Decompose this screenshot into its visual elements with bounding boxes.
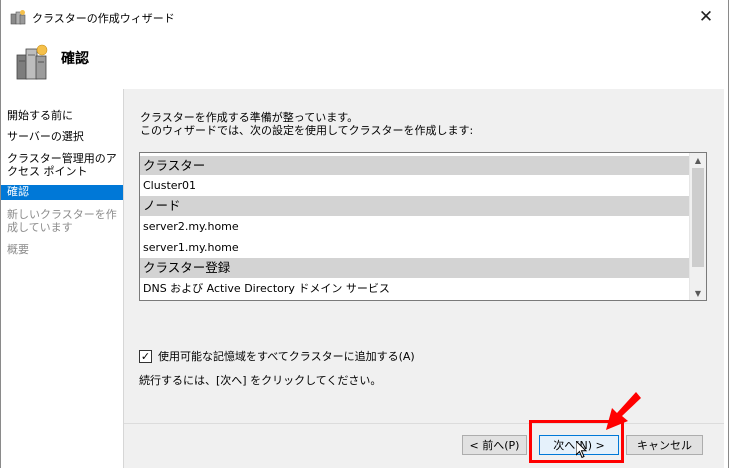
step-before-you-begin[interactable]: 開始する前に: [1, 109, 123, 122]
back-button[interactable]: < 前へ(P): [462, 435, 527, 455]
intro-line-settings: このウィザードでは、次の設定を使用してクラスターを作成します:: [140, 124, 474, 137]
settings-listbox[interactable]: クラスター Cluster01 ノード server2.my.home serv…: [139, 152, 707, 301]
close-icon: ✕: [698, 7, 714, 27]
close-button[interactable]: ✕: [684, 0, 728, 34]
step-confirmation[interactable]: 確認: [1, 185, 123, 200]
scroll-down-icon[interactable]: ▼: [690, 286, 706, 300]
page-title: 確認: [61, 51, 89, 67]
scroll-thumb[interactable]: [692, 168, 704, 267]
step-access-point[interactable]: クラスター管理用のアクセス ポイント: [1, 152, 123, 178]
continue-instruction: 続行するには、[次へ] をクリックしてください。: [139, 374, 382, 387]
list-item: server2.my.home: [140, 216, 689, 237]
checkmark-icon: ✓: [140, 349, 151, 363]
mouse-cursor-icon: [576, 441, 588, 459]
add-storage-option[interactable]: ✓ 使用可能な記憶域をすべてクラスターに追加する(A): [139, 348, 415, 364]
server-cluster-icon: [16, 44, 48, 80]
vertical-scrollbar[interactable]: ▲ ▼: [689, 153, 706, 300]
add-storage-label[interactable]: 使用可能な記憶域をすべてクラスターに追加する(A): [158, 348, 415, 364]
list-group-header: ノード: [140, 196, 689, 216]
title-bar: クラスターの作成ウィザード ✕: [1, 0, 728, 34]
list-item: DNS および Active Directory ドメイン サービス: [140, 278, 689, 299]
cancel-button[interactable]: キャンセル: [626, 435, 703, 455]
red-arrow-icon: [606, 392, 641, 430]
wizard-steps-nav: 開始する前に サーバーの選択 クラスター管理用のアクセス ポイント 確認 新しい…: [1, 89, 123, 468]
step-creating-cluster: 新しいクラスターを作成しています: [7, 208, 117, 234]
scroll-up-icon[interactable]: ▲: [690, 153, 706, 167]
list-item: Cluster01: [140, 175, 689, 196]
intro-line-ready: クラスターを作成する準備が整っています。: [140, 111, 359, 124]
intro-text: クラスターを作成する準備が整っています。 このウィザードでは、次の設定を使用して…: [140, 111, 473, 137]
add-storage-checkbox[interactable]: ✓: [139, 349, 152, 363]
step-summary: 概要: [7, 243, 29, 256]
page-header: 確認: [1, 34, 728, 89]
list-group-header: クラスター登録: [140, 258, 689, 278]
cluster-wizard-icon: [10, 10, 26, 25]
list-group-header: クラスター: [140, 156, 689, 175]
step-select-servers[interactable]: サーバーの選択: [1, 130, 123, 143]
window-title: クラスターの作成ウィザード: [32, 12, 175, 25]
list-item: server1.my.home: [140, 237, 689, 258]
